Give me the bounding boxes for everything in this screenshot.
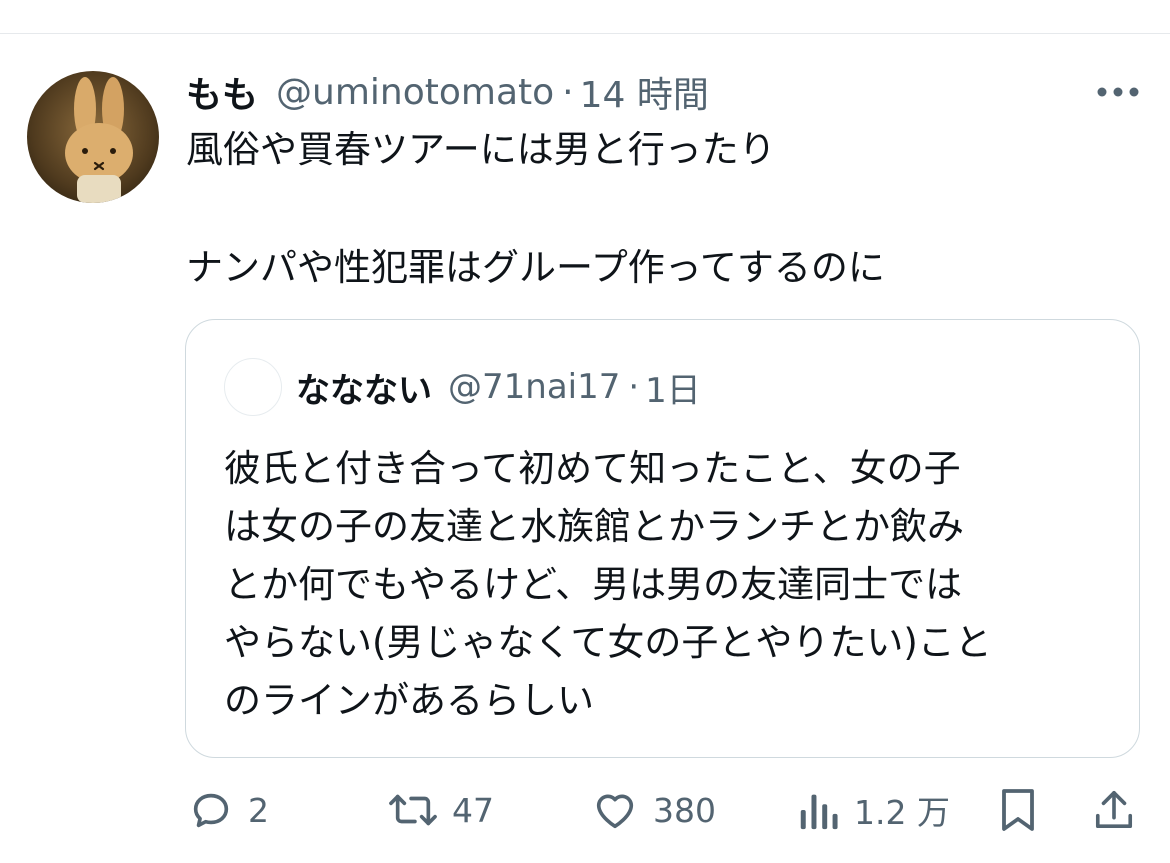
quoted-tweet-header: ななない @71nai17 · 1日 bbox=[296, 362, 701, 412]
author-avatar[interactable] bbox=[27, 71, 159, 203]
quoted-text-line: 彼氏と付き合って初めて知ったこと、女の子 bbox=[224, 447, 961, 490]
views-button[interactable]: 1.2 万 bbox=[796, 780, 950, 840]
share-upload-icon bbox=[1095, 791, 1133, 829]
like-button[interactable]: 380 bbox=[591, 780, 716, 840]
share-button[interactable] bbox=[1093, 780, 1135, 840]
tweet-text-line: ナンパや性犯罪はグループ作ってするのに bbox=[186, 246, 885, 289]
bar-chart-icon bbox=[800, 794, 838, 830]
quoted-author-display-name: ななない bbox=[296, 370, 432, 411]
quoted-tweet-card[interactable]: ななない @71nai17 · 1日 彼氏と付き合って初めて知ったこと、女の子 … bbox=[185, 319, 1140, 758]
like-count: 380 bbox=[653, 790, 716, 830]
quoted-author-handle: @71nai17 bbox=[448, 367, 621, 407]
heart-icon bbox=[596, 794, 634, 829]
reply-bubble-icon bbox=[193, 793, 229, 828]
tweet-timestamp[interactable]: 14 時間 bbox=[580, 66, 709, 118]
quoted-text-line: は女の子の友達と水族館とかランチとか飲み bbox=[224, 505, 964, 548]
header-separator: · bbox=[562, 71, 574, 113]
quoted-text-line: のラインがあるらしい bbox=[224, 679, 594, 722]
repost-arrows-icon bbox=[389, 794, 437, 826]
view-count: 1.2 万 bbox=[854, 793, 950, 832]
reply-button[interactable]: 2 bbox=[188, 780, 269, 840]
quoted-author-avatar bbox=[224, 358, 282, 416]
quoted-text-line: とか何でもやるけど、男は男の友達同士では bbox=[224, 563, 963, 606]
author-display-name[interactable]: もも bbox=[186, 66, 258, 118]
repost-button[interactable]: 47 bbox=[388, 780, 494, 840]
top-divider bbox=[0, 33, 1170, 34]
tweet-text-line: 風俗や買春ツアーには男と行ったり bbox=[186, 128, 776, 171]
reply-count: 2 bbox=[248, 790, 269, 830]
more-horizontal-icon bbox=[1097, 87, 1139, 97]
tweet-action-bar: 2 47 380 1.2 万 bbox=[0, 780, 1170, 840]
more-options-button[interactable] bbox=[1090, 80, 1146, 104]
repost-count: 47 bbox=[452, 790, 494, 830]
quoted-text-line: やらない(男じゃなくて女の子とやりたい)こと bbox=[224, 621, 992, 664]
tweet-header: もも @uminotomato · 14 時間 bbox=[186, 64, 709, 120]
quoted-tweet-timestamp: 1日 bbox=[645, 370, 701, 411]
author-handle[interactable]: @uminotomato bbox=[276, 72, 554, 113]
bookmark-icon bbox=[1002, 789, 1034, 831]
quoted-header-separator: · bbox=[628, 367, 640, 407]
quoted-tweet-text: 彼氏と付き合って初めて知ったこと、女の子 は女の子の友達と水族館とかランチとか飲… bbox=[224, 440, 1104, 730]
bookmark-button[interactable] bbox=[998, 780, 1038, 840]
